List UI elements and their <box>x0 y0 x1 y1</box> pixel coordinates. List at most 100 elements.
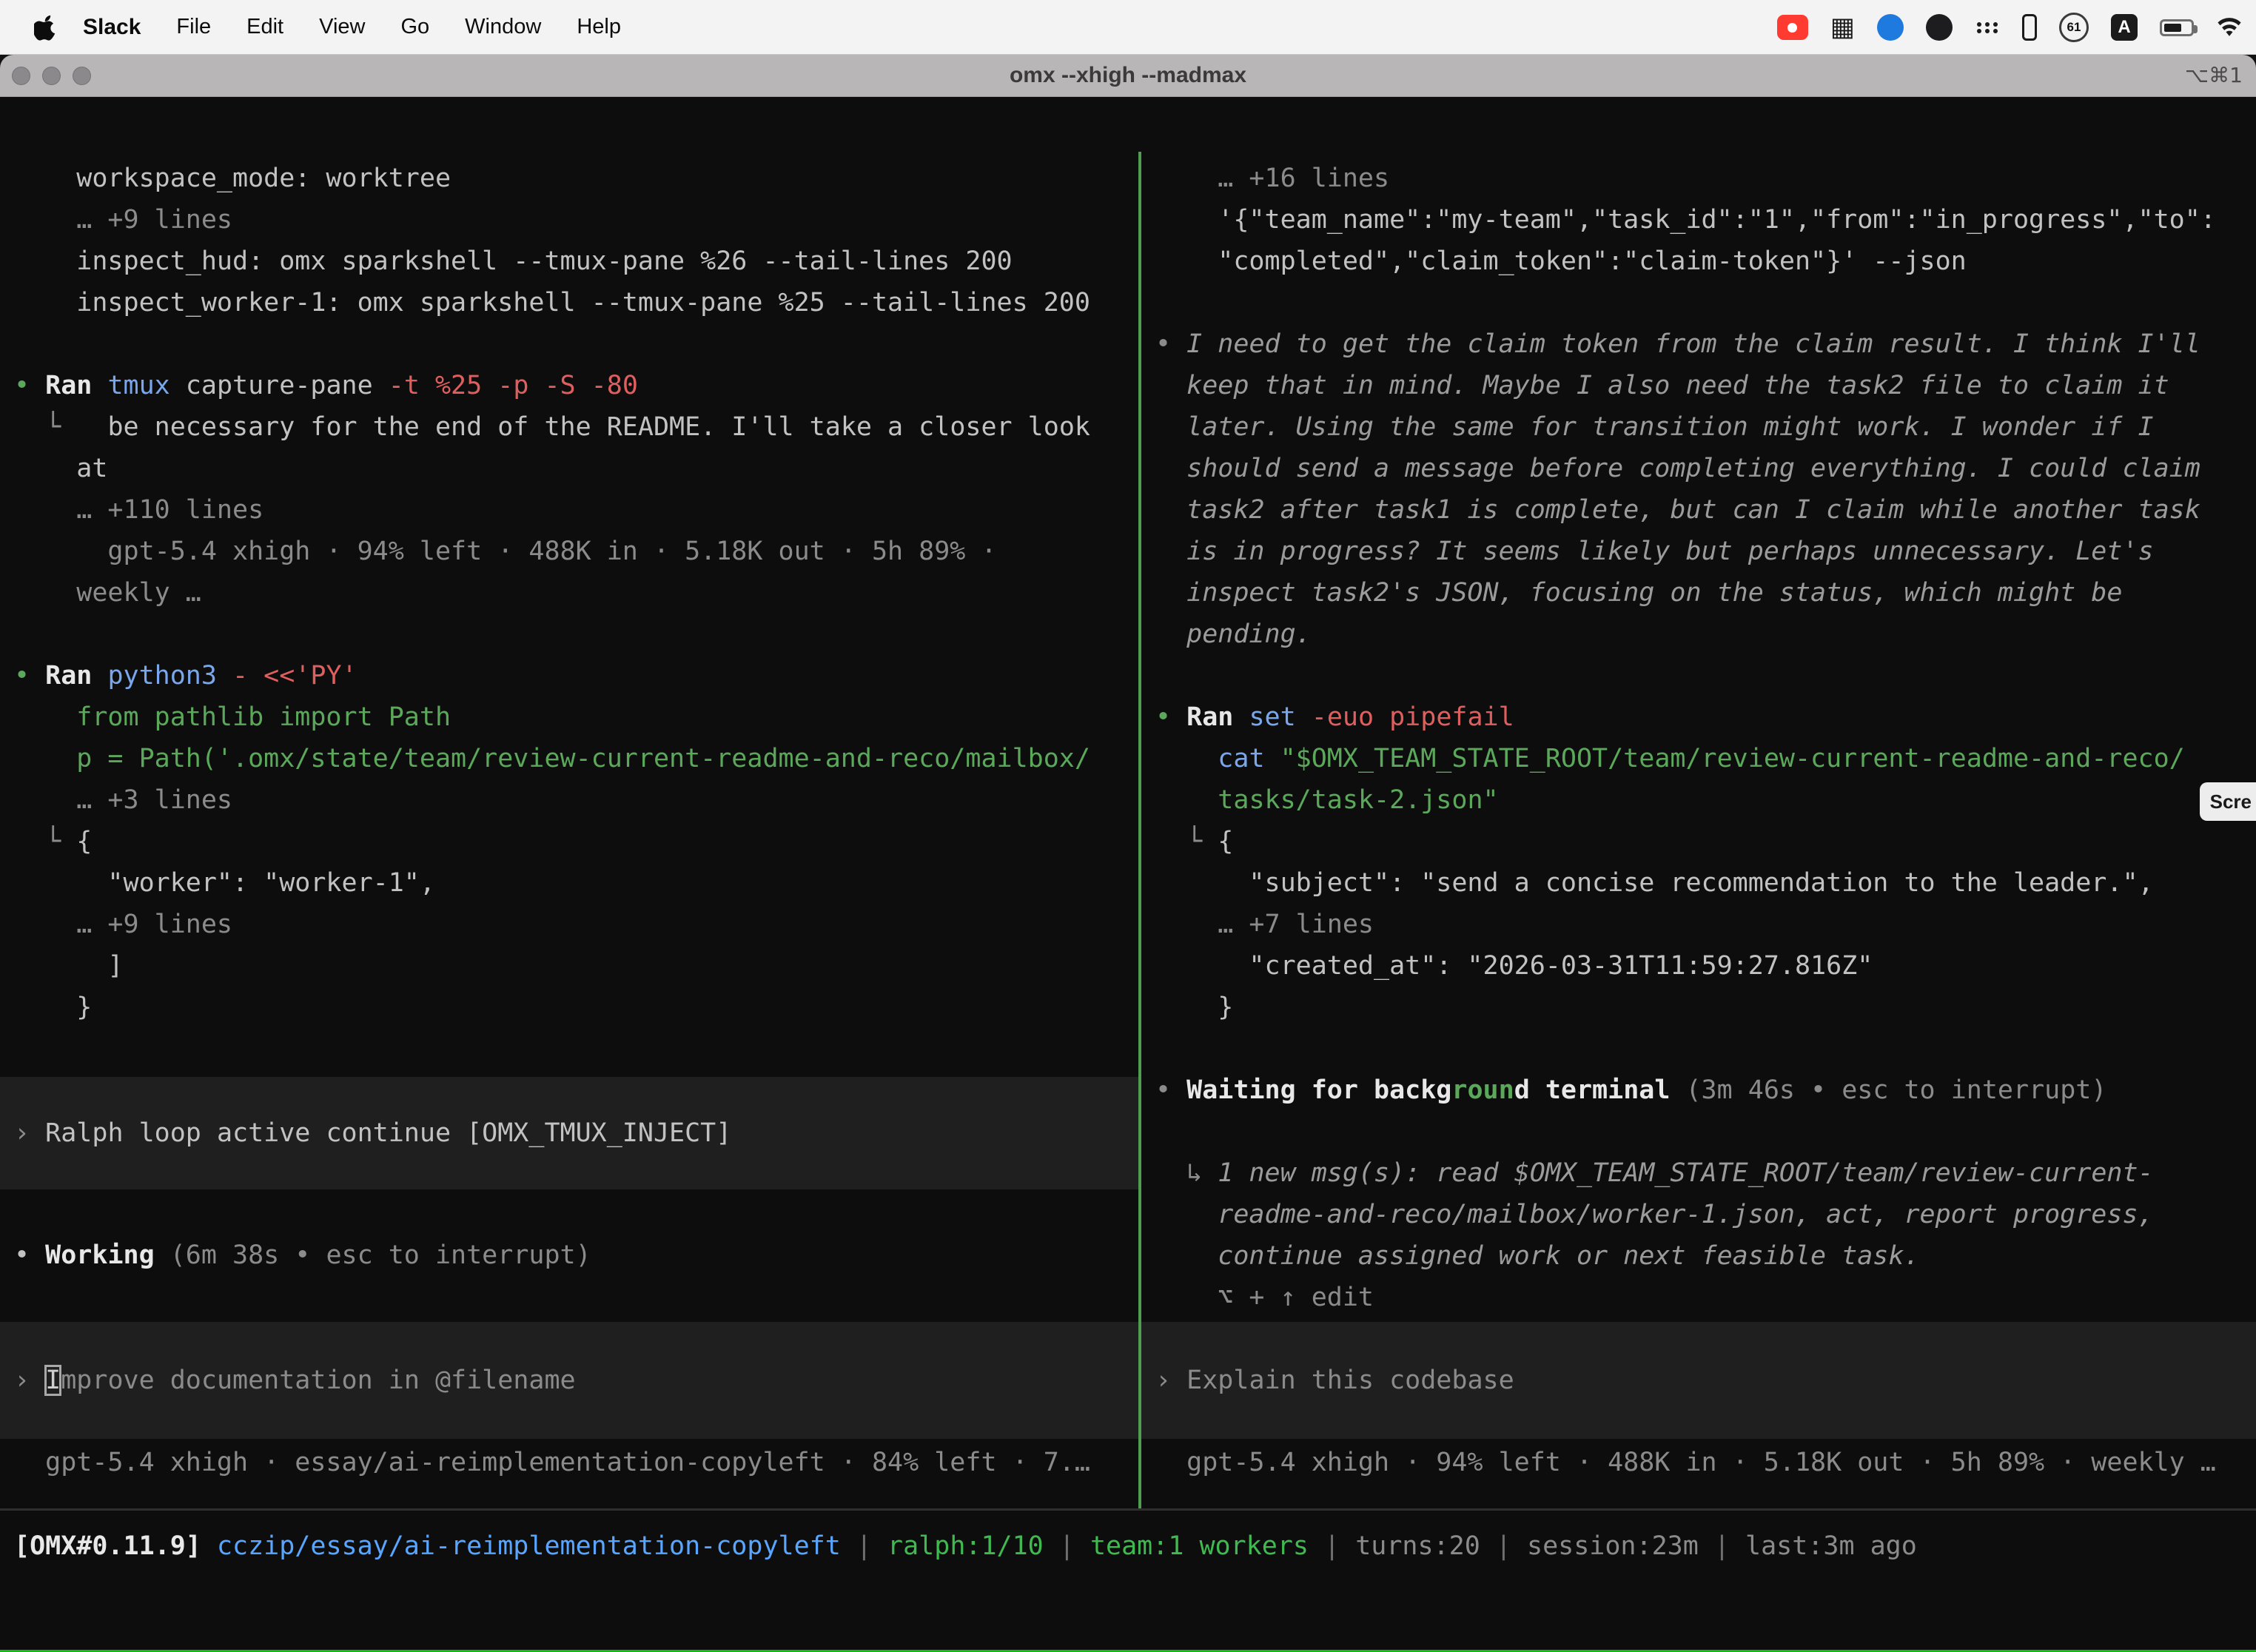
text-segment: Ralph loop active continue [OMX_TMUX_INJ… <box>45 1118 731 1148</box>
window-title-bar[interactable]: omx --xhigh --madmax ⌥⌘1 <box>0 55 2256 97</box>
text-segment: cczip/essay/ai-reimplementation-copyleft <box>217 1531 841 1561</box>
menu-window[interactable]: Window <box>465 15 541 39</box>
terminal-line: workspace_mode: worktree <box>14 158 1138 199</box>
phone-icon[interactable] <box>2022 14 2037 41</box>
text-segment: '{"team_name":"my-team","task_id":"1","f… <box>1155 205 2216 235</box>
terminal-line: … +16 lines <box>1155 158 2256 199</box>
terminal-line: } <box>1155 987 2256 1028</box>
menu-view[interactable]: View <box>319 15 365 39</box>
text-segment: ⌥ + ↑ edit <box>1155 1283 1374 1312</box>
composer-input-left-text: › Improve documentation in @filename <box>14 1360 576 1401</box>
terminal-line: • Ran set -euo pipefail <box>1155 696 2256 738</box>
terminal-line <box>14 323 1138 365</box>
wifi-icon[interactable] <box>2216 17 2243 38</box>
menu-edit[interactable]: Edit <box>246 15 283 39</box>
screen-share-notification[interactable]: Scre <box>2200 782 2256 821</box>
text-segment: keep that in mind. Maybe I also need the… <box>1155 371 2169 400</box>
text-segment: gpt-5.4 xhigh · 94% left · 488K in · 5.1… <box>14 537 997 566</box>
text-segment: inspect task2's JSON, focusing on the st… <box>1155 578 2122 608</box>
text-segment: be necessary for the end of the README. … <box>76 412 1090 442</box>
composer-input-right[interactable]: › Explain this codebase <box>1141 1322 2256 1439</box>
text-segment: -t %25 -p -S -80 <box>389 371 638 400</box>
menu-bar: Slack File Edit View Go Window Help ▦ 61… <box>0 0 2256 55</box>
terminal-line: └ be necessary for the end of the README… <box>14 406 1138 448</box>
app-menu-title[interactable]: Slack <box>83 15 141 40</box>
text-segment: } <box>14 993 92 1022</box>
battery-percentage-icon[interactable]: 61 <box>2059 13 2089 42</box>
screen-recording-indicator-icon[interactable] <box>1777 15 1808 40</box>
text-segment: … +9 lines <box>14 205 232 235</box>
text-segment: … +9 lines <box>14 910 232 939</box>
text-segment: • <box>14 371 45 400</box>
terminal-line: … +110 lines <box>14 489 1138 531</box>
terminal-line: "created_at": "2026-03-31T11:59:27.816Z" <box>1155 945 2256 987</box>
terminal-line: pending. <box>1155 614 2256 655</box>
text-segment: Ran <box>45 661 107 691</box>
terminal-line <box>1155 1111 2256 1152</box>
text-segment: | <box>1044 1531 1090 1561</box>
text-segment: mprove documentation in @filename <box>61 1366 575 1395</box>
terminal-line <box>1155 1028 2256 1070</box>
battery-icon[interactable] <box>2160 19 2194 36</box>
menu-go[interactable]: Go <box>400 15 429 39</box>
text-segment: pending. <box>1155 620 1312 649</box>
text-segment: workspace_mode: worktree <box>14 164 451 193</box>
terminal-line: inspect_hud: omx sparkshell --tmux-pane … <box>14 241 1138 282</box>
text-segment: (6m 38s • esc to interrupt) <box>170 1240 591 1270</box>
text-segment: continue assigned work or next feasible … <box>1155 1241 1920 1271</box>
text-segment <box>1155 744 1218 773</box>
text-segment: 1 new msg(s): read $OMX_TEAM_STATE_ROOT/… <box>1218 1158 2153 1188</box>
text-segment: Ran <box>45 371 107 400</box>
terminal-line: ⌥ + ↑ edit <box>1155 1277 2256 1318</box>
pane-status-left: gpt-5.4 xhigh · essay/ai-reimplementatio… <box>14 1442 1090 1483</box>
text-segment: python3 <box>107 661 232 691</box>
dots-grid-icon[interactable] <box>1975 19 2000 36</box>
text-segment: ] <box>14 951 124 981</box>
text-segment: set <box>1249 702 1311 732</box>
menu-file[interactable]: File <box>176 15 211 39</box>
text-segment: | <box>841 1531 887 1561</box>
apple-menu[interactable] <box>34 13 58 41</box>
input-source-label: A <box>2118 17 2130 38</box>
text-segment: | <box>1480 1531 1527 1561</box>
text-segment: "completed","claim_token":"claim-token"}… <box>1155 246 1967 276</box>
terminal-line <box>1155 282 2256 323</box>
text-segment: - <<'PY' <box>232 661 357 691</box>
text-segment: "$OMX_TEAM_STATE_ROOT/team/review-curren… <box>1280 744 2185 773</box>
text-segment: { <box>76 827 92 856</box>
terminal-line: continue assigned work or next feasible … <box>1155 1235 2256 1277</box>
tmux-pane-left[interactable]: workspace_mode: worktree … +9 lines insp… <box>0 152 1138 1508</box>
pane-bottom-border <box>0 1508 2256 1511</box>
composer-input-left[interactable]: › Improve documentation in @filename <box>0 1322 1138 1439</box>
dark-app-icon[interactable] <box>1926 14 1953 41</box>
terminal-line: … +7 lines <box>1155 904 2256 945</box>
record-dot-icon <box>1787 23 1797 33</box>
text-segment: ↳ <box>1155 1158 1218 1188</box>
terminal-line: inspect task2's JSON, focusing on the st… <box>1155 572 2256 614</box>
battery-percentage-label: 61 <box>2067 20 2081 35</box>
terminal-line: • Ran python3 - <<'PY' <box>14 655 1138 696</box>
text-segment <box>1155 785 1218 815</box>
terminal-line: '{"team_name":"my-team","task_id":"1","f… <box>1155 199 2256 241</box>
terminal-line: gpt-5.4 xhigh · 94% left · 488K in · 5.1… <box>14 531 1138 572</box>
tmux-pane-right[interactable]: … +16 lines '{"team_name":"my-team","tas… <box>1141 152 2256 1508</box>
terminal-line: } <box>14 987 1138 1028</box>
text-segment: cat <box>1218 744 1280 773</box>
grid-app-icon[interactable]: ▦ <box>1830 15 1855 41</box>
text-segment: Waiting for backg <box>1186 1075 1451 1105</box>
text-segment: "created_at": "2026-03-31T11:59:27.816Z" <box>1155 951 1873 981</box>
blue-app-icon[interactable] <box>1877 14 1904 41</box>
keyboard-input-source-icon[interactable]: A <box>2111 14 2138 41</box>
omx-status-text: [OMX#0.11.9] cczip/essay/ai-reimplementa… <box>14 1525 1917 1567</box>
terminal-line: task2 after task1 is complete, but can I… <box>1155 489 2256 531</box>
text-segment: I need to get the claim token from the c… <box>1186 329 2200 359</box>
terminal-line: … +3 lines <box>14 779 1138 821</box>
text-segment: › <box>1155 1366 1186 1395</box>
menu-help[interactable]: Help <box>577 15 621 39</box>
text-segment: Explain this codebase <box>1186 1366 1514 1395</box>
terminal-line: cat "$OMX_TEAM_STATE_ROOT/team/review-cu… <box>1155 738 2256 779</box>
text-segment: └ <box>1155 827 1218 856</box>
text-segment: | <box>1699 1531 1745 1561</box>
text-segment: [OMX#0.11.9] <box>14 1531 217 1561</box>
pane-status-left-text: gpt-5.4 xhigh · essay/ai-reimplementatio… <box>14 1442 1090 1483</box>
